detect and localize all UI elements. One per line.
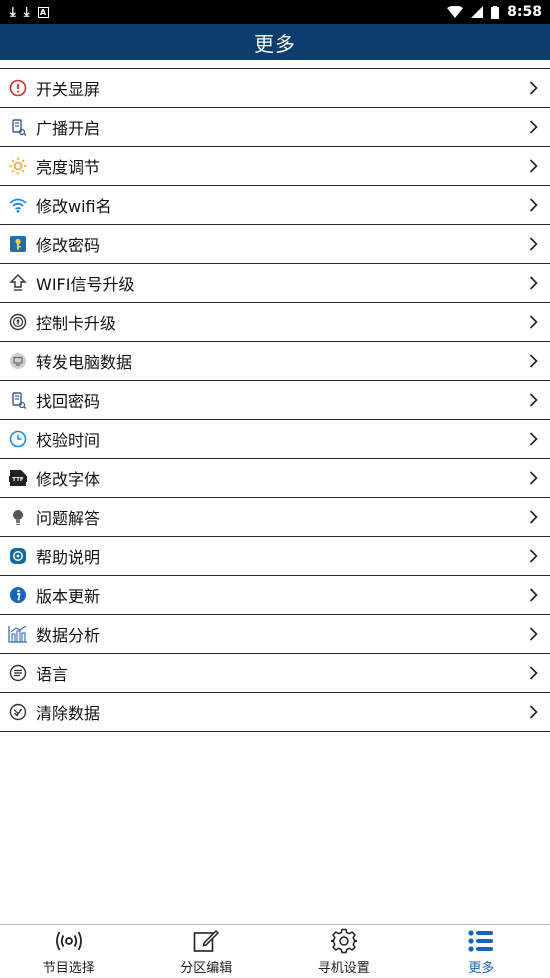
status-left: ⤓ ⤓ A	[10, 6, 49, 19]
computer-data-icon	[8, 351, 28, 371]
menu-item-toggle-screen[interactable]: 开关显屏	[0, 69, 550, 108]
menu-item-label: 广播开启	[36, 119, 101, 138]
edit-icon	[192, 928, 220, 954]
list-icon	[467, 928, 495, 954]
menu-item-label: 数据分析	[36, 626, 101, 645]
menu-item-label: 找回密码	[36, 392, 101, 411]
language-icon	[8, 663, 28, 683]
menu-item-version-update[interactable]: 版本更新	[0, 576, 550, 615]
menu-item-wifi-upgrade[interactable]: WIFI信号升级	[0, 264, 550, 303]
nav-label: 节目选择	[42, 960, 95, 976]
menu-item-help[interactable]: 帮助说明	[0, 537, 550, 576]
info-icon	[8, 585, 28, 605]
notification-a-icon: A	[37, 6, 49, 18]
menu-item-label: 语言	[36, 665, 69, 684]
chevron-right-icon	[526, 587, 540, 603]
menu-item-change-password[interactable]: 修改密码	[0, 225, 550, 264]
chevron-right-icon	[526, 470, 540, 486]
power-icon	[8, 78, 28, 98]
menu-item-check-time[interactable]: 校验时间	[0, 420, 550, 459]
menu-item-brightness[interactable]: 亮度调节	[0, 147, 550, 186]
nav-item-zone-edit[interactable]: 分区编辑	[138, 925, 276, 978]
menu-item-broadcast[interactable]: 广播开启	[0, 108, 550, 147]
font-ttf-icon: TTF	[8, 468, 28, 488]
broadcast-signal-icon	[55, 928, 83, 954]
chevron-right-icon	[526, 548, 540, 564]
chevron-right-icon	[526, 392, 540, 408]
broadcast-icon	[8, 117, 28, 137]
menu-item-label: 清除数据	[36, 704, 101, 723]
chevron-right-icon	[526, 431, 540, 447]
svg-text:TTF: TTF	[12, 477, 24, 483]
menu-item-recover-password[interactable]: 找回密码	[0, 381, 550, 420]
bottom-nav: 节目选择 分区编辑 寻机设置 更多	[0, 924, 550, 978]
menu-item-label: 校验时间	[36, 431, 101, 450]
battery-icon	[491, 5, 500, 19]
chevron-right-icon	[526, 665, 540, 681]
chart-icon	[8, 624, 28, 644]
menu-item-label: 修改wifi名	[36, 197, 112, 216]
menu-item-label: 转发电脑数据	[36, 353, 133, 372]
menu-item-data-analysis[interactable]: 数据分析	[0, 615, 550, 654]
menu-item-wifi-name[interactable]: 修改wifi名	[0, 186, 550, 225]
wifi-signal-icon	[447, 6, 464, 18]
brightness-icon	[8, 156, 28, 176]
control-card-icon	[8, 312, 28, 332]
menu-item-forward-pc-data[interactable]: 转发电脑数据	[0, 342, 550, 381]
chevron-right-icon	[526, 626, 540, 642]
menu-item-label: 修改字体	[36, 470, 101, 489]
menu-item-label: 问题解答	[36, 509, 101, 528]
download-icon: ⤓	[10, 4, 16, 20]
cell-signal-icon	[471, 6, 484, 18]
nav-item-more[interactable]: 更多	[413, 925, 550, 978]
chevron-right-icon	[526, 80, 540, 96]
menu-item-control-card-upgrade[interactable]: 控制卡升级	[0, 303, 550, 342]
nav-label: 寻机设置	[317, 960, 370, 976]
page-title: 更多	[254, 31, 296, 56]
title-bar: 更多	[0, 24, 550, 60]
upgrade-arrow-icon	[8, 273, 28, 293]
wifi-icon	[8, 195, 28, 215]
menu-item-label: WIFI信号升级	[36, 275, 135, 294]
menu-item-language[interactable]: 语言	[0, 654, 550, 693]
chevron-right-icon	[526, 119, 540, 135]
gear-icon	[330, 928, 358, 954]
key-icon	[8, 234, 28, 254]
chevron-right-icon	[526, 509, 540, 525]
lightbulb-icon	[8, 507, 28, 527]
menu-item-faq[interactable]: 问题解答	[0, 498, 550, 537]
status-bar: ⤓ ⤓ A 8:58	[0, 0, 550, 24]
settings-menu-list: 开关显屏 广播开启 亮度调节 修改wifi名 修改密码 WIFI信号升级 控制卡…	[0, 68, 550, 732]
clear-data-icon	[8, 702, 28, 722]
find-password-icon	[8, 390, 28, 410]
menu-item-label: 控制卡升级	[36, 314, 117, 333]
menu-item-label: 帮助说明	[36, 548, 101, 567]
clock-icon	[8, 429, 28, 449]
download-icon-2: ⤓	[23, 4, 30, 20]
chevron-right-icon	[526, 197, 540, 213]
chevron-right-icon	[526, 236, 540, 252]
status-right: 8:58	[447, 4, 542, 20]
chevron-right-icon	[526, 158, 540, 174]
nav-item-program-select[interactable]: 节目选择	[0, 925, 138, 978]
nav-item-device-settings[interactable]: 寻机设置	[275, 925, 413, 978]
menu-item-change-font[interactable]: TTF 修改字体	[0, 459, 550, 498]
nav-label: 更多	[468, 960, 495, 976]
menu-item-label: 开关显屏	[36, 80, 101, 99]
help-icon	[8, 546, 28, 566]
chevron-right-icon	[526, 314, 540, 330]
menu-item-label: 修改密码	[36, 236, 101, 255]
menu-item-clear-data[interactable]: 清除数据	[0, 693, 550, 732]
chevron-right-icon	[526, 704, 540, 720]
nav-label: 分区编辑	[180, 960, 233, 976]
menu-item-label: 亮度调节	[36, 158, 101, 177]
chevron-right-icon	[526, 353, 540, 369]
chevron-right-icon	[526, 275, 540, 291]
menu-item-label: 版本更新	[36, 587, 101, 606]
status-time: 8:58	[507, 4, 542, 20]
